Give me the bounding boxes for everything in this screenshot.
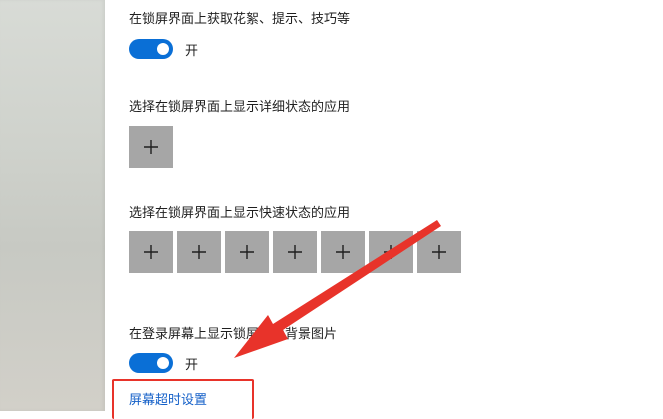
lock-screen-settings: 在锁屏界面上获取花絮、提示、技巧等 开 选择在锁屏界面上显示详细状态的应用 选择… bbox=[129, 0, 649, 411]
wallpaper-preview-strip bbox=[0, 0, 105, 411]
plus-icon bbox=[288, 245, 302, 259]
fun-facts-label: 在锁屏界面上获取花絮、提示、技巧等 bbox=[129, 12, 351, 27]
toggle-knob bbox=[157, 43, 169, 55]
signin-background-toggle-state: 开 bbox=[185, 357, 199, 373]
plus-icon bbox=[336, 245, 350, 259]
signin-background-toggle[interactable] bbox=[129, 353, 173, 373]
plus-icon bbox=[144, 140, 158, 154]
toggle-knob bbox=[157, 357, 169, 369]
quick-status-add-tile-6[interactable] bbox=[369, 231, 413, 273]
signin-background-toggle-row[interactable]: 开 bbox=[129, 353, 198, 373]
quick-status-label: 选择在锁屏界面上显示快速状态的应用 bbox=[129, 206, 351, 221]
fun-facts-toggle-state: 开 bbox=[185, 43, 199, 59]
quick-status-add-tile-7[interactable] bbox=[417, 231, 461, 273]
detailed-status-label: 选择在锁屏界面上显示详细状态的应用 bbox=[129, 100, 351, 115]
plus-icon bbox=[432, 245, 446, 259]
signin-background-label: 在登录屏幕上显示锁屏界面背景图片 bbox=[129, 327, 338, 342]
quick-status-add-tile-5[interactable] bbox=[321, 231, 365, 273]
quick-status-add-tile-3[interactable] bbox=[225, 231, 269, 273]
quick-status-add-tile-4[interactable] bbox=[273, 231, 317, 273]
quick-status-add-tile-1[interactable] bbox=[129, 231, 173, 273]
plus-icon bbox=[192, 245, 206, 259]
screen-timeout-settings-link[interactable]: 屏幕超时设置 bbox=[129, 392, 207, 410]
quick-status-add-tile-2[interactable] bbox=[177, 231, 221, 273]
detailed-status-add-tile[interactable] bbox=[129, 126, 173, 168]
fun-facts-toggle[interactable] bbox=[129, 39, 173, 59]
plus-icon bbox=[144, 245, 158, 259]
plus-icon bbox=[240, 245, 254, 259]
plus-icon bbox=[384, 245, 398, 259]
fun-facts-toggle-row[interactable]: 开 bbox=[129, 39, 198, 59]
